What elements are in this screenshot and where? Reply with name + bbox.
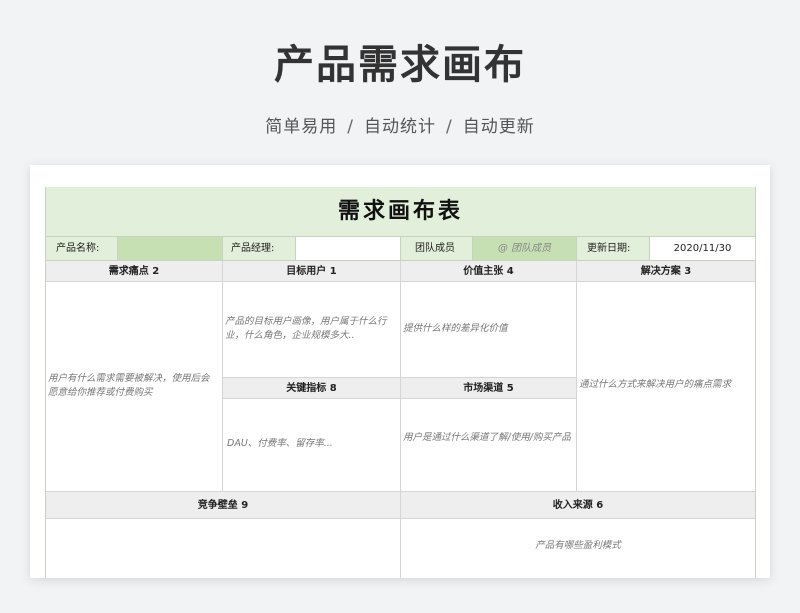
channels-cell[interactable]: 用户是通过什么渠道了解/使用/购买产品 [401,399,577,492]
solution-desc: 通过什么方式来解决用户的痛点需求 [579,379,732,390]
canvas-sheet: 需求画布表 产品名称: 产品经理: 团队成员 @ 团队成员 更新日期: 2020… [45,187,756,578]
subtitle-part-auto-stats: 自动统计 [364,117,436,137]
team-label: 团队成员 [401,237,473,260]
revenue-desc: 产品有哪些盈利模式 [535,540,621,551]
value-prop-desc: 提供什么样的差异化价值 [403,323,508,334]
competition-cell[interactable] [46,519,401,578]
target-users-desc: 产品的目标用户画像，用户属于什么行业，什么角色，企业规模多大.. [225,316,387,341]
value-prop-header: 价值主张 4 [401,261,577,282]
solution-cell[interactable]: 通过什么方式来解决用户的痛点需求 [577,282,755,492]
key-metrics-header: 关键指标 8 [223,378,401,399]
competition-header: 竞争壁垒 9 [46,492,401,519]
update-date-cell[interactable]: 2020/11/30 [650,237,755,260]
manager-cell[interactable] [296,237,401,260]
preview-card: 需求画布表 产品名称: 产品经理: 团队成员 @ 团队成员 更新日期: 2020… [30,165,770,578]
key-metrics-desc: DAU、付费率、留存率... [227,438,333,449]
manager-label: 产品经理: [223,237,296,260]
revenue-header: 收入来源 6 [401,492,755,519]
subtitle-separator: / [347,117,354,137]
subtitle-part-easy: 简单易用 [265,117,338,137]
pain-points-desc: 用户有什么需求需要被解决，使用后会愿意给你推荐或付费购买 [48,373,210,398]
target-users-cell[interactable]: 产品的目标用户画像，用户属于什么行业，什么角色，企业规模多大.. [223,282,401,378]
channels-desc: 用户是通过什么渠道了解/使用/购买产品 [403,432,571,443]
team-members-cell[interactable]: @ 团队成员 [473,237,577,260]
solution-header: 解决方案 3 [577,261,755,282]
channels-header: 市场渠道 5 [401,378,577,399]
subtitle-part-auto-update: 自动更新 [462,117,535,137]
product-name-cell[interactable] [118,237,223,260]
page-title: 产品需求画布 [274,42,526,88]
product-name-label: 产品名称: [46,237,118,260]
value-prop-cell[interactable]: 提供什么样的差异化价值 [401,282,577,378]
page-subtitle: 简单易用 / 自动统计 / 自动更新 [0,112,800,137]
sheet-title: 需求画布表 [46,187,755,237]
info-row: 产品名称: 产品经理: 团队成员 @ 团队成员 更新日期: 2020/11/30 [46,237,755,261]
key-metrics-cell[interactable]: DAU、付费率、留存率... [223,399,401,492]
update-date-label: 更新日期: [577,237,650,260]
subtitle-separator: / [446,117,453,137]
revenue-cell[interactable]: 产品有哪些盈利模式 [401,519,755,578]
pain-points-cell[interactable]: 用户有什么需求需要被解决，使用后会愿意给你推荐或付费购买 [46,282,223,492]
target-users-header: 目标用户 1 [223,261,401,282]
pain-points-header: 需求痛点 2 [46,261,223,282]
